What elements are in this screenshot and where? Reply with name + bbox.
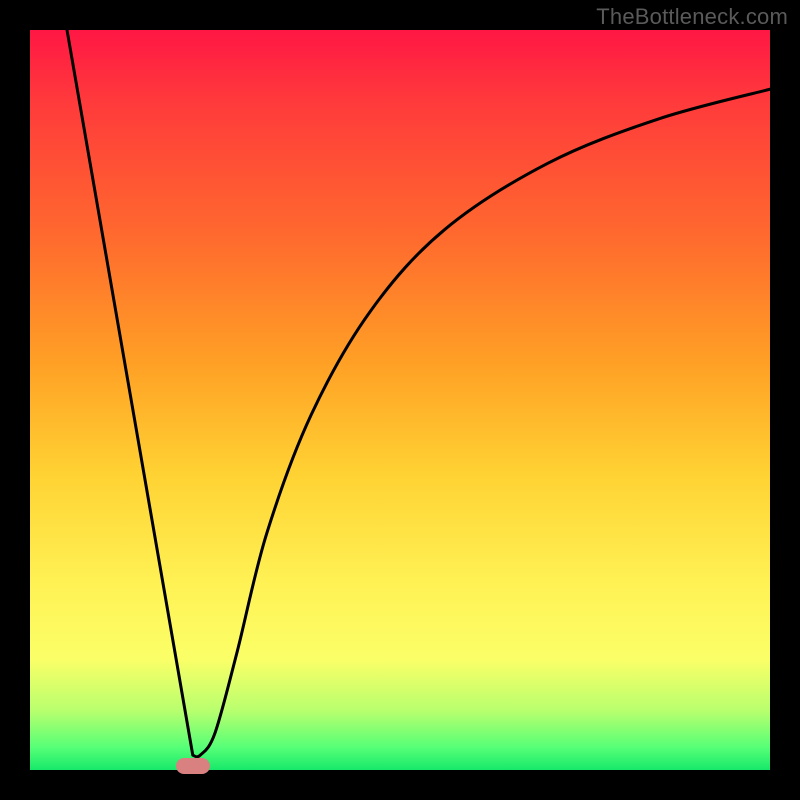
optimum-marker [176,758,210,774]
watermark-text: TheBottleneck.com [596,4,788,30]
bottleneck-curve [67,30,770,757]
curve-svg [30,30,770,770]
plot-area [30,30,770,770]
